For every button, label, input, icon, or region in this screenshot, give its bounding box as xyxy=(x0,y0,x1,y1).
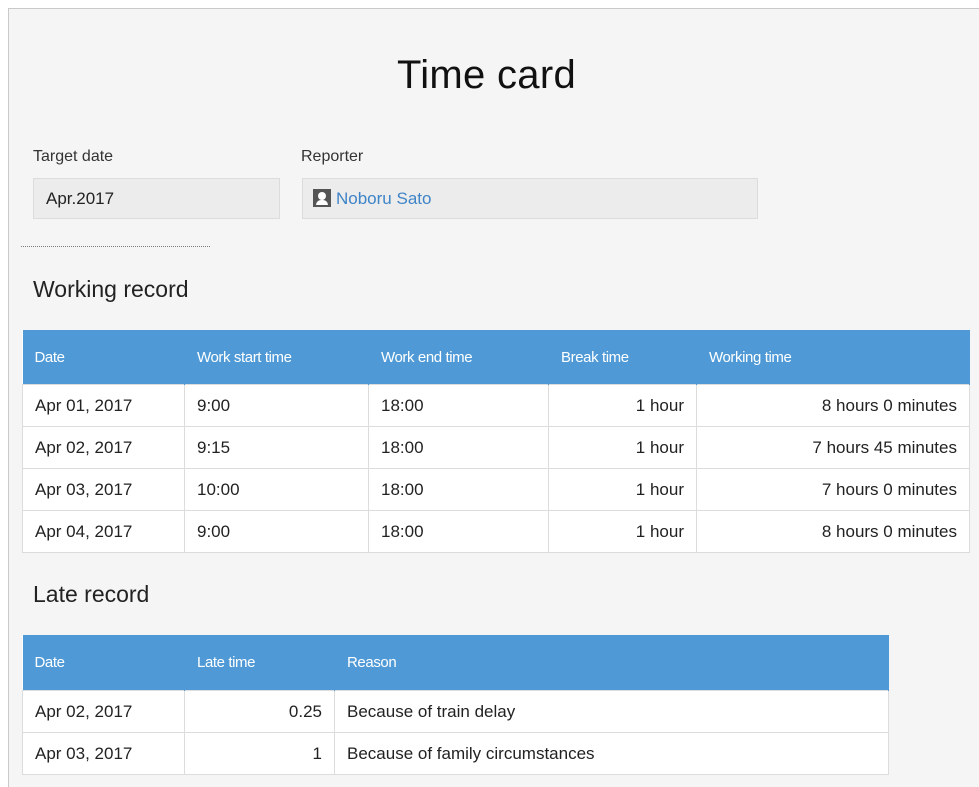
reporter-label: Reporter xyxy=(301,148,364,165)
table-header-row: Date Late time Reason xyxy=(22,635,889,691)
start-time-cell: 9:00 xyxy=(184,510,369,553)
table-row: Apr 03, 2017 10:00 18:00 1 hour 7 hours … xyxy=(22,468,970,511)
reason-cell: Because of train delay xyxy=(334,690,889,733)
column-header: Working time xyxy=(696,330,970,385)
late-time-cell: 1 xyxy=(184,732,335,775)
date-cell: Apr 02, 2017 xyxy=(22,690,185,733)
table-row: Apr 02, 2017 9:15 18:00 1 hour 7 hours 4… xyxy=(22,426,970,469)
working-time-cell: 8 hours 0 minutes xyxy=(696,384,970,427)
working-record-table: Date Work start time Work end time Break… xyxy=(22,330,970,553)
working-time-cell: 8 hours 0 minutes xyxy=(696,510,970,553)
late-record-heading: Late record xyxy=(33,581,150,607)
column-header: Work start time xyxy=(184,330,369,385)
reporter-name-link[interactable]: Noboru Sato xyxy=(336,189,431,208)
table-row: Apr 01, 2017 9:00 18:00 1 hour 8 hours 0… xyxy=(22,384,970,427)
date-cell: Apr 03, 2017 xyxy=(22,468,185,511)
late-record-table: Date Late time Reason Apr 02, 2017 0.25 … xyxy=(22,635,889,775)
start-time-cell: 10:00 xyxy=(184,468,369,511)
break-time-cell: 1 hour xyxy=(548,468,697,511)
reporter-field: Noboru Sato xyxy=(302,178,758,219)
column-header: Date xyxy=(22,330,185,385)
break-time-cell: 1 hour xyxy=(548,384,697,427)
date-cell: Apr 03, 2017 xyxy=(22,732,185,775)
break-time-cell: 1 hour xyxy=(548,510,697,553)
end-time-cell: 18:00 xyxy=(368,384,549,427)
table-header-row: Date Work start time Work end time Break… xyxy=(22,330,970,385)
working-time-cell: 7 hours 0 minutes xyxy=(696,468,970,511)
end-time-cell: 18:00 xyxy=(368,468,549,511)
column-header: Reason xyxy=(334,635,889,691)
date-cell: Apr 01, 2017 xyxy=(22,384,185,427)
late-time-cell: 0.25 xyxy=(184,690,335,733)
working-record-heading: Working record xyxy=(33,276,189,302)
reason-cell: Because of family circumstances xyxy=(334,732,889,775)
column-header: Break time xyxy=(548,330,697,385)
section-divider xyxy=(21,246,210,247)
start-time-cell: 9:00 xyxy=(184,384,369,427)
table-row: Apr 04, 2017 9:00 18:00 1 hour 8 hours 0… xyxy=(22,510,970,553)
start-time-cell: 9:15 xyxy=(184,426,369,469)
time-card-page: Time card Target date Apr.2017 Reporter … xyxy=(8,8,979,787)
target-date-label: Target date xyxy=(33,148,114,165)
column-header: Late time xyxy=(184,635,335,691)
page-title: Time card xyxy=(396,53,577,97)
date-cell: Apr 02, 2017 xyxy=(22,426,185,469)
table-row: Apr 02, 2017 0.25 Because of train delay xyxy=(22,690,889,733)
column-header: Work end time xyxy=(368,330,549,385)
table-row: Apr 03, 2017 1 Because of family circums… xyxy=(22,732,889,775)
date-cell: Apr 04, 2017 xyxy=(22,510,185,553)
target-date-field: Apr.2017 xyxy=(33,178,280,219)
column-header: Date xyxy=(22,635,185,691)
end-time-cell: 18:00 xyxy=(368,426,549,469)
break-time-cell: 1 hour xyxy=(548,426,697,469)
user-icon xyxy=(313,189,331,207)
end-time-cell: 18:00 xyxy=(368,510,549,553)
working-time-cell: 7 hours 45 minutes xyxy=(696,426,970,469)
